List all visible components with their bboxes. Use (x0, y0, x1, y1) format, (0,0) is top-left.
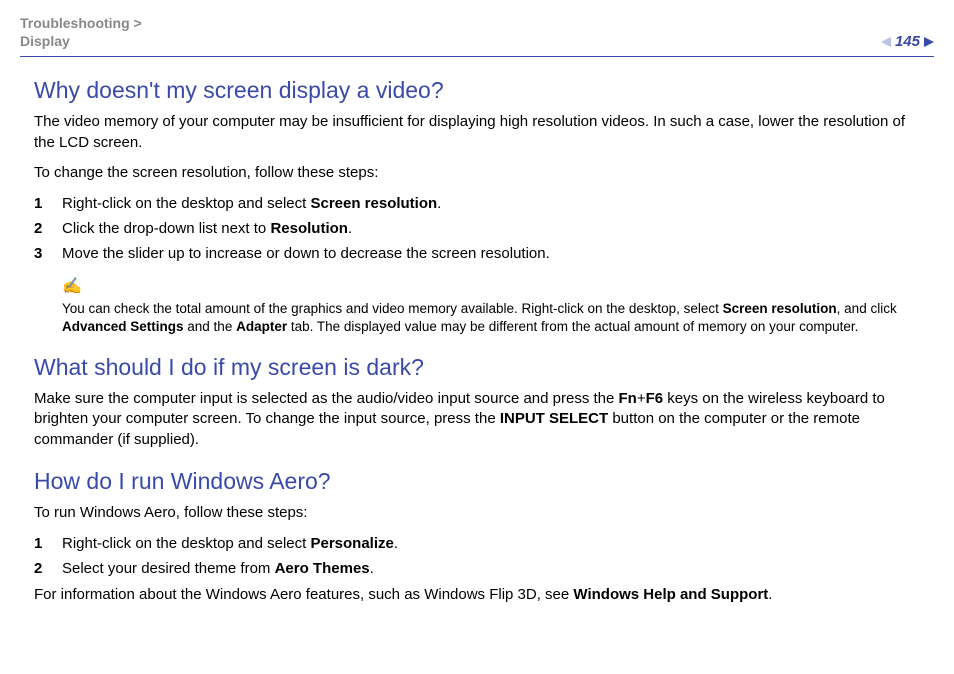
prev-page-icon[interactable] (881, 37, 891, 47)
note: ✍ You can check the total amount of the … (62, 276, 920, 336)
para: To change the screen resolution, follow … (34, 163, 920, 183)
para: For information about the Windows Aero f… (34, 585, 920, 605)
breadcrumb-top: Troubleshooting > (20, 15, 142, 31)
content: Why doesn't my screen display a video? T… (20, 77, 934, 605)
list-item: 2Click the drop-down list next to Resolu… (34, 218, 920, 239)
list-item: 1Right-click on the desktop and select S… (34, 193, 920, 214)
breadcrumb-sub: Display (20, 33, 70, 49)
steps-list: 1Right-click on the desktop and select P… (34, 533, 920, 579)
note-icon: ✍ (62, 276, 920, 298)
para: Make sure the computer input is selected… (34, 389, 920, 450)
breadcrumb: Troubleshooting > Display (20, 14, 142, 50)
steps-list: 1Right-click on the desktop and select S… (34, 193, 920, 264)
header: Troubleshooting > Display 145 (20, 14, 934, 57)
heading-aero: How do I run Windows Aero? (34, 468, 920, 495)
para: The video memory of your computer may be… (34, 112, 920, 153)
list-item: 1Right-click on the desktop and select P… (34, 533, 920, 554)
list-item: 2Select your desired theme from Aero The… (34, 558, 920, 579)
heading-video: Why doesn't my screen display a video? (34, 77, 920, 104)
heading-dark: What should I do if my screen is dark? (34, 354, 920, 381)
list-item: 3Move the slider up to increase or down … (34, 243, 920, 264)
para: To run Windows Aero, follow these steps: (34, 503, 920, 523)
next-page-icon[interactable] (924, 37, 934, 47)
page-number: 145 (895, 33, 920, 50)
page-nav: 145 (881, 33, 934, 50)
